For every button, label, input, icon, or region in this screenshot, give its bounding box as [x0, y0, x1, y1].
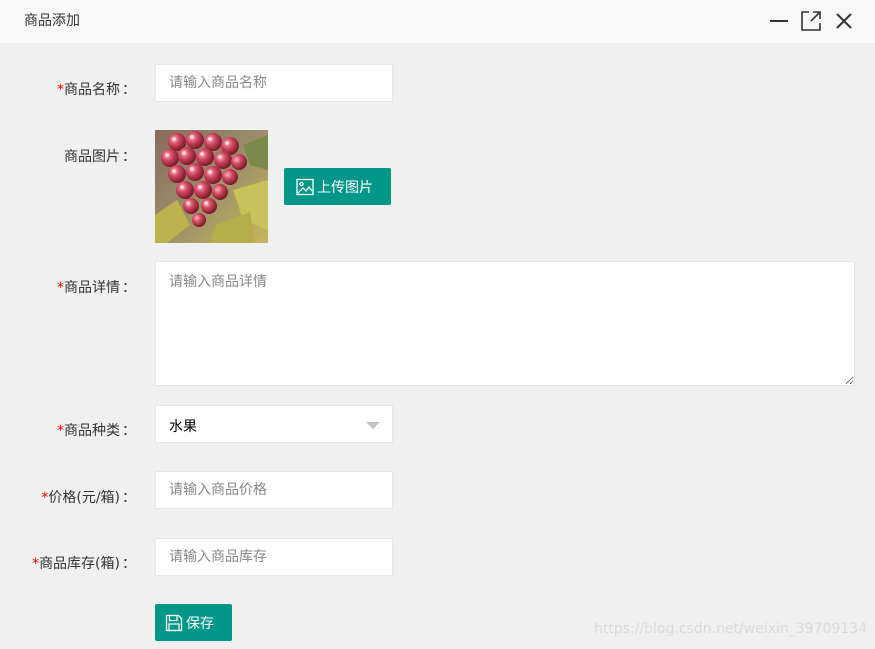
price-label-text: 价格(元/箱) [48, 490, 120, 506]
product-category-label: *商品种类： [0, 420, 136, 440]
close-icon [836, 13, 852, 29]
required-mark: * [57, 280, 64, 296]
required-mark: * [57, 82, 64, 98]
product-name-input[interactable] [155, 64, 393, 102]
label-colon: ： [122, 280, 136, 296]
label-colon: ： [122, 82, 136, 98]
selected-category: 水果 [169, 419, 197, 435]
stock-label: *商品库存(箱)： [0, 553, 136, 573]
image-icon [296, 178, 314, 195]
minimize-icon [770, 20, 788, 22]
product-name-label-text: 商品名称 [64, 82, 120, 98]
required-mark: * [57, 423, 64, 439]
stock-label-text: 商品库存(箱) [39, 556, 120, 572]
close-button[interactable] [833, 10, 855, 32]
save-icon [165, 614, 183, 631]
product-category-select[interactable]: 水果 [155, 405, 393, 443]
product-detail-label: *商品详情： [0, 277, 136, 297]
dropdown-arrow-icon [366, 422, 380, 429]
product-detail-label-text: 商品详情 [64, 280, 120, 296]
product-image-label: 商品图片： [0, 146, 136, 166]
product-image-thumbnail [155, 130, 268, 243]
maximize-button[interactable] [800, 10, 822, 32]
product-image-label-text: 商品图片 [64, 149, 120, 165]
upload-image-button[interactable]: 上传图片 [284, 168, 391, 205]
required-mark: * [32, 556, 40, 572]
label-colon: ： [122, 149, 136, 165]
product-name-label: *商品名称： [0, 79, 136, 99]
product-category-label-text: 商品种类 [64, 423, 120, 439]
dialog-title: 商品添加 [24, 13, 80, 29]
minimize-button[interactable] [768, 10, 790, 32]
save-button[interactable]: 保存 [155, 604, 232, 641]
label-colon: ： [122, 556, 136, 572]
price-input[interactable] [155, 471, 393, 509]
save-label: 保存 [186, 615, 214, 632]
product-detail-textarea[interactable] [155, 261, 855, 386]
label-colon: ： [122, 423, 136, 439]
maximize-icon [801, 11, 821, 31]
dialog-titlebar: 商品添加 [0, 0, 875, 44]
price-label: *价格(元/箱)： [0, 487, 136, 507]
watermark: https://blog.csdn.net/weixin_39709134 [594, 621, 868, 637]
upload-image-label: 上传图片 [317, 179, 373, 196]
stock-input[interactable] [155, 538, 393, 576]
label-colon: ： [122, 490, 136, 506]
